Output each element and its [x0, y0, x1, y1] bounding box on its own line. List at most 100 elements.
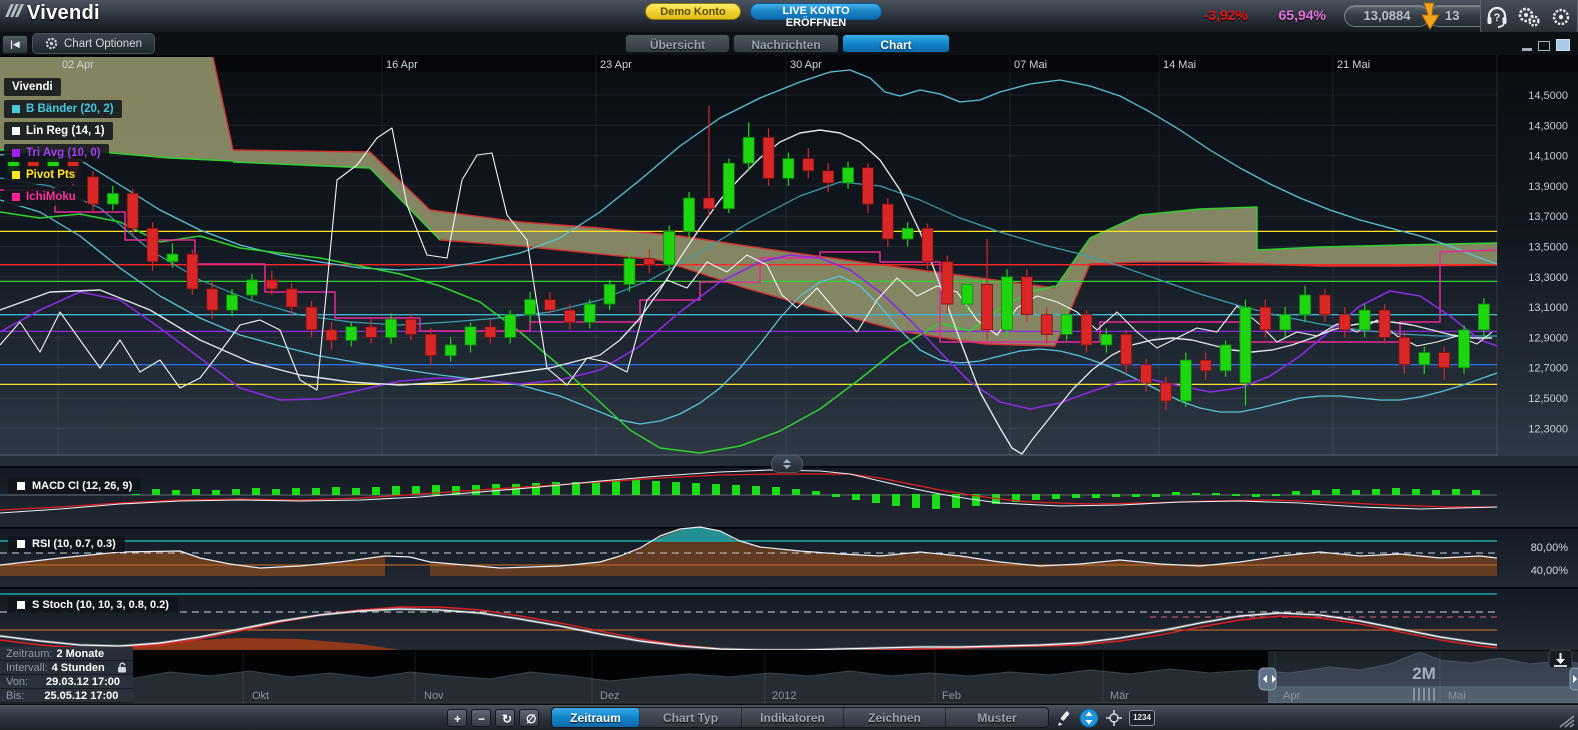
- info-row-zeitraum: Zeitraum: 2 Monate: [0, 647, 133, 661]
- svg-text:Nov: Nov: [424, 690, 444, 702]
- refresh-button[interactable]: ↻: [495, 709, 515, 727]
- timeline-left-handle[interactable]: [1259, 668, 1276, 690]
- svg-text:12,9000: 12,9000: [1528, 332, 1568, 344]
- legend-label: Lin Reg (14, 1): [26, 125, 105, 137]
- svg-text:13,1000: 13,1000: [1528, 302, 1568, 314]
- legend-label: Vivendi: [12, 81, 53, 93]
- svg-text:Mai: Mai: [1448, 690, 1466, 702]
- support-headset-icon[interactable]: ?: [1485, 5, 1509, 29]
- chart-options-button[interactable]: Chart Optionen: [32, 33, 155, 54]
- svg-text:2M: 2M: [1412, 664, 1436, 683]
- svg-text:30 Apr: 30 Apr: [790, 59, 822, 71]
- panel-splitter-handle[interactable]: [771, 455, 803, 473]
- timeline-right-handle[interactable]: [1570, 668, 1578, 690]
- price-down-arrow-icon: [1418, 2, 1448, 32]
- gear-icon: [45, 37, 58, 50]
- header: Vivendi Demo Konto LIVE KONTO ERÖFFNEN -…: [0, 0, 1578, 33]
- settings-gears-icon[interactable]: [1517, 5, 1541, 29]
- splitter-down-icon: [783, 465, 791, 469]
- export-download-button[interactable]: [1549, 650, 1572, 668]
- toolbar-zeichnen-button[interactable]: Zeichnen: [844, 708, 946, 727]
- tab-chart[interactable]: Chart: [842, 34, 950, 53]
- legend-item-tri[interactable]: Tri Avg (10, 0): [4, 144, 109, 162]
- pencil-icon[interactable]: [1055, 709, 1073, 727]
- trading-app: Vivendi Demo Konto LIVE KONTO ERÖFFNEN -…: [0, 0, 1578, 730]
- instrument-title: Vivendi: [27, 2, 100, 25]
- chart-options-label: Chart Optionen: [64, 38, 142, 50]
- tab-nachrichten[interactable]: Nachrichten: [733, 34, 839, 53]
- margin-percent: 65,94%: [1279, 7, 1326, 23]
- chart-info-box: Zeitraum: 2 Monate Intervall: 4 Stunden …: [0, 647, 133, 703]
- svg-text:13,3000: 13,3000: [1528, 272, 1568, 284]
- tab-strip: |◀ Chart Optionen Übersicht Nachrichten …: [0, 32, 1578, 55]
- svg-text:21 Mai: 21 Mai: [1337, 59, 1370, 71]
- legend-item-vivendi[interactable]: Vivendi: [4, 78, 61, 96]
- svg-text:07 Mai: 07 Mai: [1014, 59, 1047, 71]
- rsi-swatch: [17, 540, 25, 548]
- legend-swatch: [12, 127, 20, 135]
- zoom-in-button[interactable]: +: [447, 709, 467, 727]
- lock-icon[interactable]: [1549, 5, 1573, 29]
- legend-item-b[interactable]: B Bänder (20, 2): [4, 100, 122, 118]
- macd-swatch: [17, 482, 25, 490]
- legend-item-lin[interactable]: Lin Reg (14, 1): [4, 122, 113, 140]
- svg-text:12,3000: 12,3000: [1528, 423, 1568, 435]
- stoch-label: S Stoch (10, 10, 3, 0.8, 0.2): [32, 599, 169, 611]
- scale-toggle-icon[interactable]: [1079, 708, 1099, 728]
- svg-text:23 Apr: 23 Apr: [600, 59, 632, 71]
- change-percent: -3,92%: [1204, 7, 1248, 23]
- legend-item-ichimoku[interactable]: IchiMoku: [4, 188, 84, 206]
- legend-label: IchiMoku: [26, 191, 76, 203]
- info-row-intervall: Intervall: 4 Stunden: [0, 661, 133, 675]
- legend-label: Tri Avg (10, 0): [26, 147, 101, 159]
- resize-grip[interactable]: [1556, 712, 1576, 728]
- unlock-icon[interactable]: [117, 662, 127, 673]
- legend-swatch: [12, 193, 20, 201]
- bottom-toolbar: + − ↻ ∅ Zeitraum Chart Typ Indikatoren Z…: [0, 704, 1578, 730]
- svg-text:Feb: Feb: [942, 690, 961, 702]
- stoch-swatch: [17, 601, 25, 609]
- info-row-bis: Bis: 25.05.12 17:00: [0, 689, 133, 703]
- header-icon-panel: ?: [1480, 0, 1578, 35]
- tab-uebersicht[interactable]: Übersicht: [625, 34, 730, 53]
- demo-konto-button[interactable]: Demo Konto: [645, 3, 741, 20]
- rsi-label: RSI (10, 0.7, 0.3): [32, 538, 116, 550]
- svg-text:13,7000: 13,7000: [1528, 211, 1568, 223]
- svg-text:14,1000: 14,1000: [1528, 151, 1568, 163]
- window-medium-icon[interactable]: [1538, 41, 1550, 51]
- svg-text:12,5000: 12,5000: [1528, 393, 1568, 405]
- window-size-icons: [1522, 39, 1570, 51]
- zoom-out-button[interactable]: −: [471, 709, 491, 727]
- toolbar-zeitraum-button[interactable]: Zeitraum: [552, 708, 640, 727]
- rsi-label-chip[interactable]: RSI (10, 0.7, 0.3): [8, 536, 125, 552]
- window-small-icon[interactable]: [1522, 48, 1532, 51]
- window-large-icon[interactable]: [1556, 39, 1570, 51]
- collapse-panel-button[interactable]: |◀: [2, 35, 28, 54]
- svg-text:80,00%: 80,00%: [1531, 542, 1569, 554]
- clear-button[interactable]: ∅: [519, 709, 539, 727]
- legend-swatch: [12, 105, 20, 113]
- splitter-up-icon: [783, 459, 791, 463]
- stoch-label-chip[interactable]: S Stoch (10, 10, 3, 0.8, 0.2): [8, 597, 178, 613]
- macd-label-chip[interactable]: MACD Cl (12, 26, 9): [8, 478, 141, 494]
- svg-text:Mär: Mär: [1110, 690, 1129, 702]
- svg-text:?: ?: [1494, 12, 1501, 24]
- legend-swatch: [12, 171, 20, 179]
- crosshair-icon[interactable]: [1105, 709, 1123, 727]
- svg-text:Dez: Dez: [600, 690, 620, 702]
- values-icon[interactable]: 1234: [1129, 710, 1155, 726]
- macd-label: MACD Cl (12, 26, 9): [32, 480, 132, 492]
- chart-canvas[interactable]: 02 Apr16 Apr23 Apr30 Apr07 Mai14 Mai21 M…: [0, 0, 1578, 730]
- live-konto-button[interactable]: LIVE KONTO ERÖFFNEN: [750, 3, 882, 20]
- legend-item-pivot[interactable]: Pivot Pts: [4, 166, 83, 184]
- svg-text:Okt: Okt: [252, 690, 269, 702]
- toolbar-charttyp-button[interactable]: Chart Typ: [640, 708, 742, 727]
- legend-label: Pivot Pts: [26, 169, 75, 181]
- toolbar-indikatoren-button[interactable]: Indikatoren: [742, 708, 844, 727]
- toolbar-muster-button[interactable]: Muster: [946, 708, 1048, 727]
- legend-swatch: [12, 149, 20, 157]
- svg-text:13,5000: 13,5000: [1528, 242, 1568, 254]
- toolbar-button-group: Zeitraum Chart Typ Indikatoren Zeichnen …: [551, 707, 1049, 728]
- svg-text:14,3000: 14,3000: [1528, 120, 1568, 132]
- svg-text:14 Mai: 14 Mai: [1163, 59, 1196, 71]
